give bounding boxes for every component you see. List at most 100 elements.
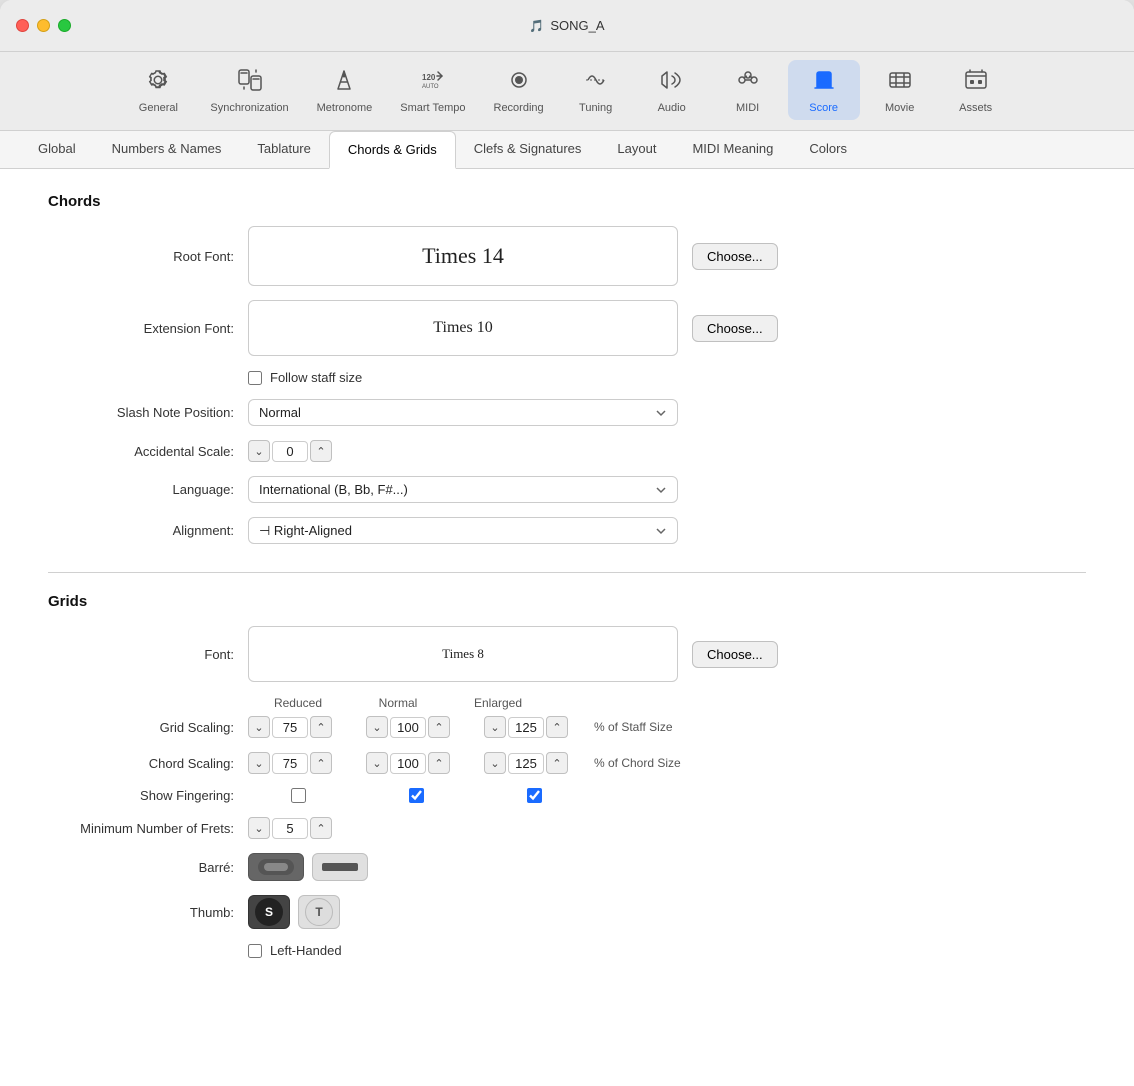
- tab-global[interactable]: Global: [20, 131, 94, 168]
- grids-font-box: Times 8: [248, 626, 678, 682]
- accidental-scale-down[interactable]: ⌄: [248, 440, 270, 462]
- accidental-scale-up[interactable]: ⌃: [310, 440, 332, 462]
- toolbar-item-assets[interactable]: Assets: [940, 60, 1012, 120]
- grid-scaling-label: Grid Scaling:: [48, 720, 248, 735]
- min-frets-label: Minimum Number of Frets:: [48, 821, 248, 836]
- tab-numbers-names[interactable]: Numbers & Names: [94, 131, 240, 168]
- barre-symbol1-button[interactable]: [248, 853, 304, 881]
- grids-font-row: Font: Times 8 Choose...: [48, 626, 1086, 682]
- toolbar-label-recording: Recording: [494, 102, 544, 114]
- tab-clefs-signatures[interactable]: Clefs & Signatures: [456, 131, 600, 168]
- score-icon: [810, 66, 838, 98]
- root-font-row: Root Font: Times 14 Choose...: [48, 226, 1086, 286]
- grid-scaling-row: Grid Scaling: ⌄ 75 ⌃ ⌄ 100 ⌃ ⌄ 125 ⌃: [48, 716, 1086, 738]
- chord-scaling-enlarged-down[interactable]: ⌄: [484, 752, 506, 774]
- grid-scaling-reduced-stepper: ⌄ 75 ⌃: [248, 716, 348, 738]
- toolbar-item-tuning[interactable]: Tuning: [560, 60, 632, 120]
- grid-scaling-normal-val: 100: [390, 717, 426, 738]
- minimize-button[interactable]: [37, 19, 50, 32]
- tab-colors[interactable]: Colors: [791, 131, 865, 168]
- grid-scaling-enlarged-up[interactable]: ⌃: [546, 716, 568, 738]
- tab-tablature[interactable]: Tablature: [239, 131, 328, 168]
- thumb-label: Thumb:: [48, 905, 248, 920]
- chord-scaling-reduced-down[interactable]: ⌄: [248, 752, 270, 774]
- title-icon: 🎵: [529, 19, 544, 33]
- grid-scaling-reduced-up[interactable]: ⌃: [310, 716, 332, 738]
- chord-scaling-enlarged-stepper: ⌄ 125 ⌃: [484, 752, 584, 774]
- thumb-symbol1-button[interactable]: S: [248, 895, 290, 929]
- barre-symbol1-icon: [257, 858, 295, 876]
- follow-staff-size-checkbox[interactable]: [248, 371, 262, 385]
- chord-scaling-reduced-up[interactable]: ⌃: [310, 752, 332, 774]
- toolbar-label-tempo: Smart Tempo: [400, 102, 465, 114]
- grid-scaling-normal-down[interactable]: ⌄: [366, 716, 388, 738]
- extension-font-choose-button[interactable]: Choose...: [692, 315, 778, 342]
- record-icon: [505, 66, 533, 98]
- chord-scaling-enlarged-up[interactable]: ⌃: [546, 752, 568, 774]
- show-fingering-enlarged-checkbox[interactable]: [527, 788, 542, 803]
- accidental-scale-stepper: ⌄ 0 ⌃: [248, 440, 332, 462]
- midi-icon: [734, 66, 762, 98]
- toolbar-item-metronome[interactable]: Metronome: [305, 60, 385, 120]
- show-fingering-reduced-checkbox[interactable]: [291, 788, 306, 803]
- accidental-scale-row: Accidental Scale: ⌄ 0 ⌃: [48, 440, 1086, 462]
- toolbar-item-audio[interactable]: Audio: [636, 60, 708, 120]
- col-reduced-label: Reduced: [248, 696, 348, 710]
- grid-scaling-normal-up[interactable]: ⌃: [428, 716, 450, 738]
- grids-font-choose-button[interactable]: Choose...: [692, 641, 778, 668]
- tab-layout[interactable]: Layout: [599, 131, 674, 168]
- toolbar-label-audio: Audio: [658, 102, 686, 114]
- tuning-icon: [582, 66, 610, 98]
- chord-scaling-normal-val: 100: [390, 753, 426, 774]
- slash-note-select[interactable]: Normal Above Below: [248, 399, 678, 426]
- toolbar-item-synchronization[interactable]: Synchronization: [198, 60, 300, 120]
- min-frets-down[interactable]: ⌄: [248, 817, 270, 839]
- main-window: 🎵 SONG_A General: [0, 0, 1134, 1086]
- slash-note-label: Slash Note Position:: [48, 405, 248, 420]
- toolbar-item-score[interactable]: Score: [788, 60, 860, 120]
- toolbar-label-assets: Assets: [959, 102, 992, 114]
- barre-symbol2-icon: [321, 858, 359, 876]
- chord-scaling-row: Chord Scaling: ⌄ 75 ⌃ ⌄ 100 ⌃ ⌄ 125 ⌃: [48, 752, 1086, 774]
- grids-col-headers: Reduced Normal Enlarged: [248, 696, 1086, 710]
- follow-staff-size-label: Follow staff size: [270, 370, 362, 385]
- grid-scaling-reduced-down[interactable]: ⌄: [248, 716, 270, 738]
- chord-scaling-normal-up[interactable]: ⌃: [428, 752, 450, 774]
- toolbar-item-movie[interactable]: Movie: [864, 60, 936, 120]
- root-font-choose-button[interactable]: Choose...: [692, 243, 778, 270]
- show-fingering-label: Show Fingering:: [48, 788, 248, 803]
- toolbar-item-general[interactable]: General: [122, 60, 194, 120]
- grid-scaling-steppers: ⌄ 75 ⌃ ⌄ 100 ⌃ ⌄ 125 ⌃: [248, 716, 584, 738]
- toolbar-label-movie: Movie: [885, 102, 914, 114]
- gear-icon: [144, 66, 172, 98]
- root-font-label: Root Font:: [48, 249, 248, 264]
- alignment-select[interactable]: ⊣ Right-Aligned Left-Aligned Centered: [248, 517, 678, 544]
- tab-midi-meaning[interactable]: MIDI Meaning: [674, 131, 791, 168]
- min-frets-up[interactable]: ⌃: [310, 817, 332, 839]
- toolbar-item-recording[interactable]: Recording: [482, 60, 556, 120]
- barre-symbol2-button[interactable]: [312, 853, 368, 881]
- chord-scaling-suffix: % of Chord Size: [594, 756, 681, 770]
- slash-note-row: Slash Note Position: Normal Above Below: [48, 399, 1086, 426]
- show-fingering-checkboxes: [248, 788, 584, 803]
- grid-scaling-enlarged-down[interactable]: ⌄: [484, 716, 506, 738]
- extension-font-row: Extension Font: Times 10 Choose...: [48, 300, 1086, 356]
- show-fingering-row: Show Fingering:: [48, 788, 1086, 803]
- barre-label: Barré:: [48, 860, 248, 875]
- tabbar: Global Numbers & Names Tablature Chords …: [0, 131, 1134, 169]
- assets-icon: [962, 66, 990, 98]
- col-enlarged-label: Enlarged: [448, 696, 548, 710]
- toolbar-item-midi[interactable]: MIDI: [712, 60, 784, 120]
- chord-scaling-normal-down[interactable]: ⌄: [366, 752, 388, 774]
- left-handed-label: Left-Handed: [270, 943, 342, 958]
- toolbar-item-smart-tempo[interactable]: 120 AUTO Smart Tempo: [388, 60, 477, 120]
- maximize-button[interactable]: [58, 19, 71, 32]
- left-handed-checkbox[interactable]: [248, 944, 262, 958]
- tab-chords-grids[interactable]: Chords & Grids: [329, 131, 456, 169]
- show-fingering-normal-checkbox[interactable]: [409, 788, 424, 803]
- traffic-lights: [16, 19, 71, 32]
- thumb-symbol2-button[interactable]: T: [298, 895, 340, 929]
- language-select[interactable]: International (B, Bb, F#...) German (H, …: [248, 476, 678, 503]
- close-button[interactable]: [16, 19, 29, 32]
- show-fingering-normal-item: [366, 788, 466, 803]
